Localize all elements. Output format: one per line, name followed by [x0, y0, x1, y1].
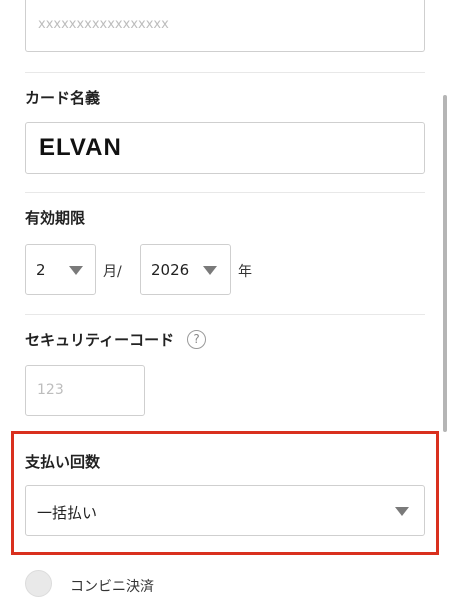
- installments-select[interactable]: 一括払い: [25, 485, 425, 536]
- chevron-down-icon: [69, 266, 83, 275]
- expiry-month-select[interactable]: 2: [25, 244, 96, 295]
- month-unit: 月/: [103, 264, 122, 280]
- convenience-store-label: コンビニ決済: [70, 579, 154, 595]
- installments-value: 一括払い: [37, 504, 98, 522]
- security-code-input[interactable]: 123: [25, 365, 145, 416]
- convenience-store-radio[interactable]: [25, 570, 52, 597]
- security-code-placeholder: 123: [37, 382, 64, 398]
- expiry-label: 有効期限: [25, 209, 86, 227]
- chevron-down-icon: [395, 507, 409, 516]
- card-name-label: カード名義: [25, 89, 101, 107]
- expiry-year-select[interactable]: 2026: [140, 244, 231, 295]
- security-code-label: セキュリティーコード: [25, 331, 175, 349]
- card-name-value: ELVAN: [39, 134, 122, 161]
- scrollbar[interactable]: [443, 95, 447, 432]
- divider: [25, 314, 425, 315]
- divider: [25, 72, 425, 73]
- card-name-input[interactable]: ELVAN: [25, 122, 425, 174]
- help-icon[interactable]: ?: [187, 330, 206, 349]
- help-glyph: ?: [193, 332, 200, 346]
- year-unit: 年: [238, 264, 252, 280]
- chevron-down-icon: [203, 266, 217, 275]
- expiry-month-value: 2: [36, 261, 46, 279]
- installments-label: 支払い回数: [25, 453, 101, 471]
- card-number-input[interactable]: xxxxxxxxxxxxxxxxx: [25, 0, 425, 52]
- card-number-placeholder: xxxxxxxxxxxxxxxxx: [38, 17, 169, 32]
- expiry-year-value: 2026: [151, 261, 190, 279]
- divider: [25, 192, 425, 193]
